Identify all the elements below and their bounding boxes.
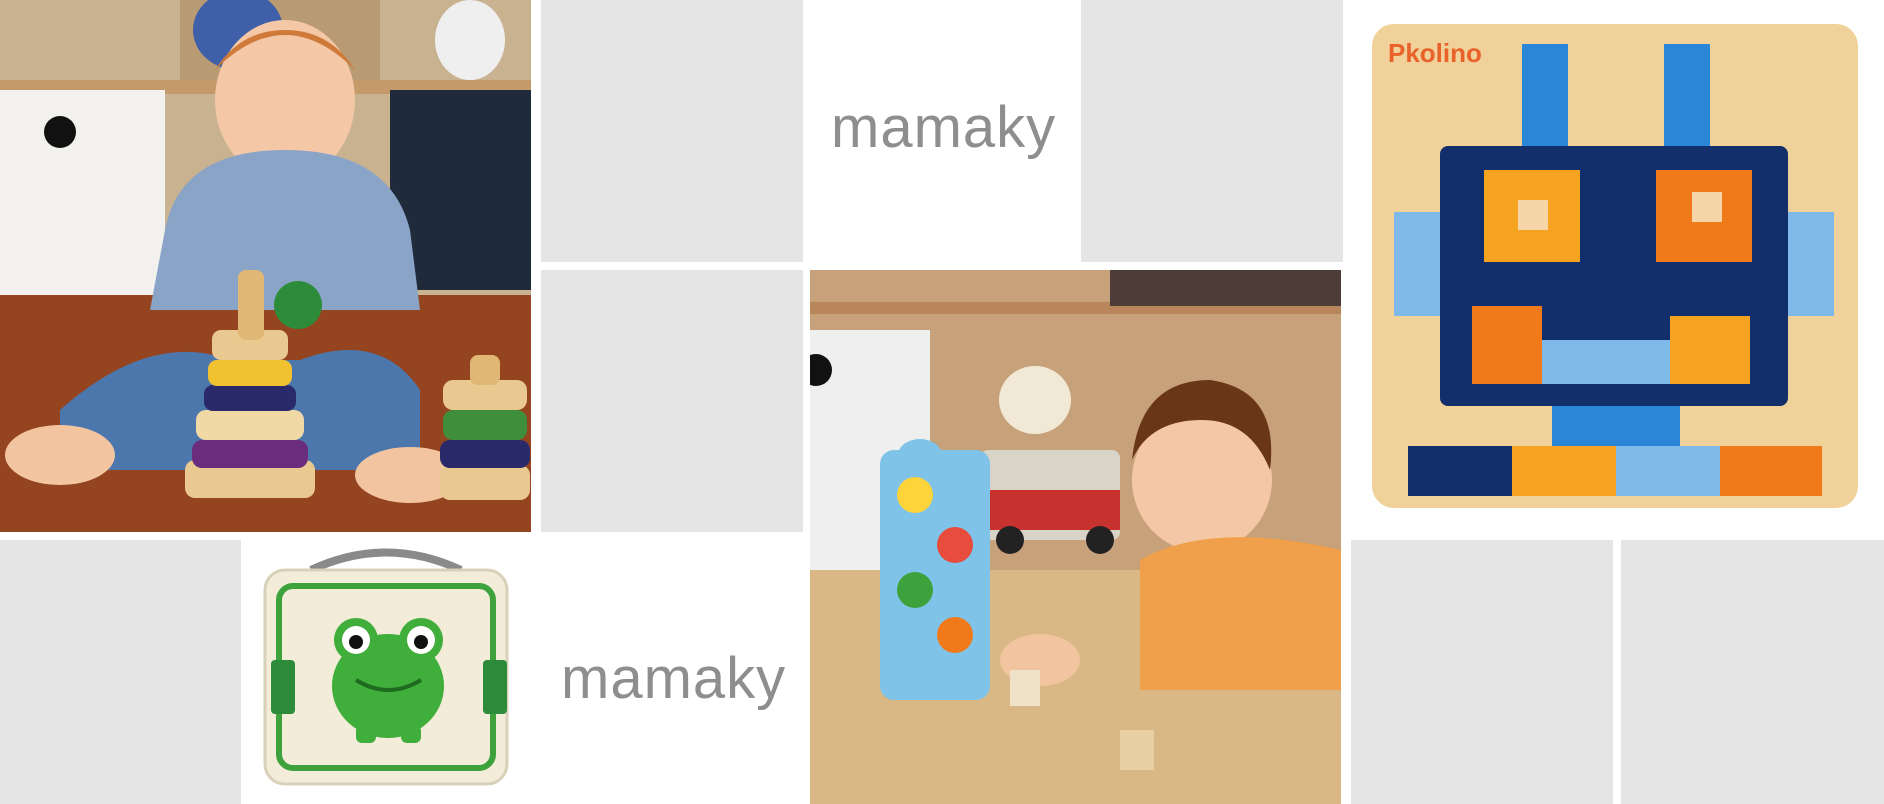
- gray-tile: [1081, 0, 1343, 262]
- mamaky-logo-tile-bottom: mamaky: [531, 540, 805, 804]
- frog-icon: [263, 548, 509, 786]
- boy-playing-toys-photo: [810, 270, 1341, 804]
- pkolino-logo-mark: Pkolino: [1388, 38, 1482, 68]
- mamaky-logo[interactable]: mamaky: [831, 94, 1056, 161]
- gray-tile: [1621, 540, 1884, 804]
- robot-puzzle-product: Pkolino: [1348, 0, 1884, 532]
- boy-photo-illustration: [810, 270, 1341, 804]
- mamaky-logo-tile-top: mamaky: [805, 0, 1078, 262]
- gray-tile: [1351, 540, 1613, 804]
- robot-icon: Pkolino: [1372, 24, 1858, 508]
- gray-tile: [541, 270, 803, 532]
- baby-stacking-toys-photo: [0, 0, 531, 532]
- gray-tile: [541, 0, 803, 262]
- gray-tile: [0, 540, 241, 804]
- mamaky-logo[interactable]: mamaky: [561, 645, 786, 712]
- product-collage: mamaky Pkolino mamaky: [0, 0, 1884, 804]
- baby-photo-illustration: [0, 0, 531, 532]
- frog-lunch-bag-product: [241, 540, 531, 804]
